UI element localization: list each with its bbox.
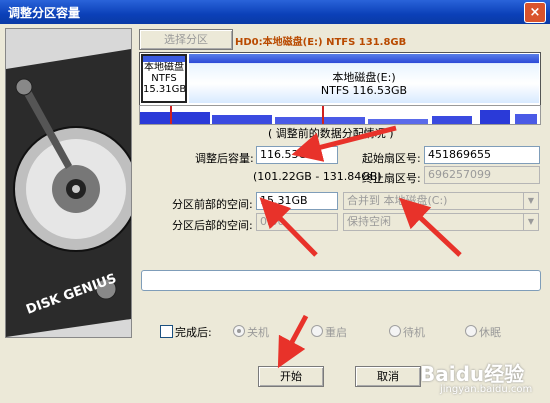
partition-block-1[interactable]: 本地磁盘 NTFS 15.31GB xyxy=(141,54,187,103)
chevron-down-icon[interactable]: ▼ xyxy=(523,214,538,230)
start-sector-label: 起始扇区号: xyxy=(362,152,421,165)
space-after-label: 分区后部的空间: xyxy=(172,219,253,232)
start-button[interactable]: 开始 xyxy=(258,366,324,387)
window-title: 调整分区容量 xyxy=(8,6,81,20)
chevron-down-icon[interactable]: ▼ xyxy=(523,193,538,209)
start-sector-input[interactable]: 451869655 xyxy=(424,146,540,164)
after-completion-checkbox[interactable] xyxy=(160,325,173,338)
data-distribution-graph xyxy=(140,106,537,124)
space-before-action-select[interactable]: 合并到 本地磁盘(C:) ▼ xyxy=(343,192,539,210)
radio-restart-label: 重启 xyxy=(325,326,347,339)
after-completion-label: 完成后: xyxy=(175,326,212,339)
partition-block-2[interactable]: 本地磁盘(E:) NTFS 116.53GB xyxy=(189,54,539,103)
watermark-url: jingyan.baidu.com xyxy=(440,384,533,395)
radio-standby-label: 待机 xyxy=(403,326,425,339)
hard-disk-image: DISK GENIUS xyxy=(5,28,132,338)
partition2-name: 本地磁盘(E:) xyxy=(332,71,396,84)
partition2-fs-size: NTFS 116.53GB xyxy=(320,84,408,97)
space-after-input[interactable]: 0.00 xyxy=(256,213,338,231)
select-partition-button[interactable]: 选择分区 xyxy=(139,29,233,50)
radio-shutdown[interactable] xyxy=(233,325,245,337)
close-button[interactable]: × xyxy=(524,2,546,23)
space-after-action-select[interactable]: 保持空闲 ▼ xyxy=(343,213,539,231)
disk-info-text: HD0:本地磁盘(E:) NTFS 131.8GB xyxy=(235,37,407,48)
arrow-icon xyxy=(277,314,309,369)
title-bar: 调整分区容量 × xyxy=(0,0,550,24)
watermark-brand: Baidu经验 xyxy=(420,362,525,386)
disk-partition-map: 本地磁盘 NTFS 15.31GB 本地磁盘(E:) NTFS 116.53GB xyxy=(139,52,541,106)
end-sector-label: 终止扇区号: xyxy=(362,172,421,185)
space-before-label: 分区前部的空间: xyxy=(172,198,253,211)
space-before-input[interactable]: 15.31GB xyxy=(256,192,338,210)
radio-standby[interactable] xyxy=(389,325,401,337)
progress-bar xyxy=(141,270,541,291)
cancel-button[interactable]: 取消 xyxy=(355,366,421,387)
radio-shutdown-label: 关机 xyxy=(247,326,269,339)
partition1-size: 15.31GB xyxy=(143,84,187,95)
data-distribution-bar xyxy=(139,105,541,125)
new-size-label: 调整后容量: xyxy=(195,152,254,165)
radio-hibernate-label: 休眠 xyxy=(479,326,501,339)
partition1-fs: NTFS xyxy=(151,73,177,84)
partition1-name: 本地磁盘 xyxy=(144,62,184,73)
radio-restart[interactable] xyxy=(311,325,323,337)
usage-caption: ( 调整前的数据分配情况 ) xyxy=(268,127,394,140)
new-size-input[interactable]: 116.53GB xyxy=(256,146,338,164)
radio-hibernate[interactable] xyxy=(465,325,477,337)
end-sector-input[interactable]: 696257099 xyxy=(424,166,540,184)
